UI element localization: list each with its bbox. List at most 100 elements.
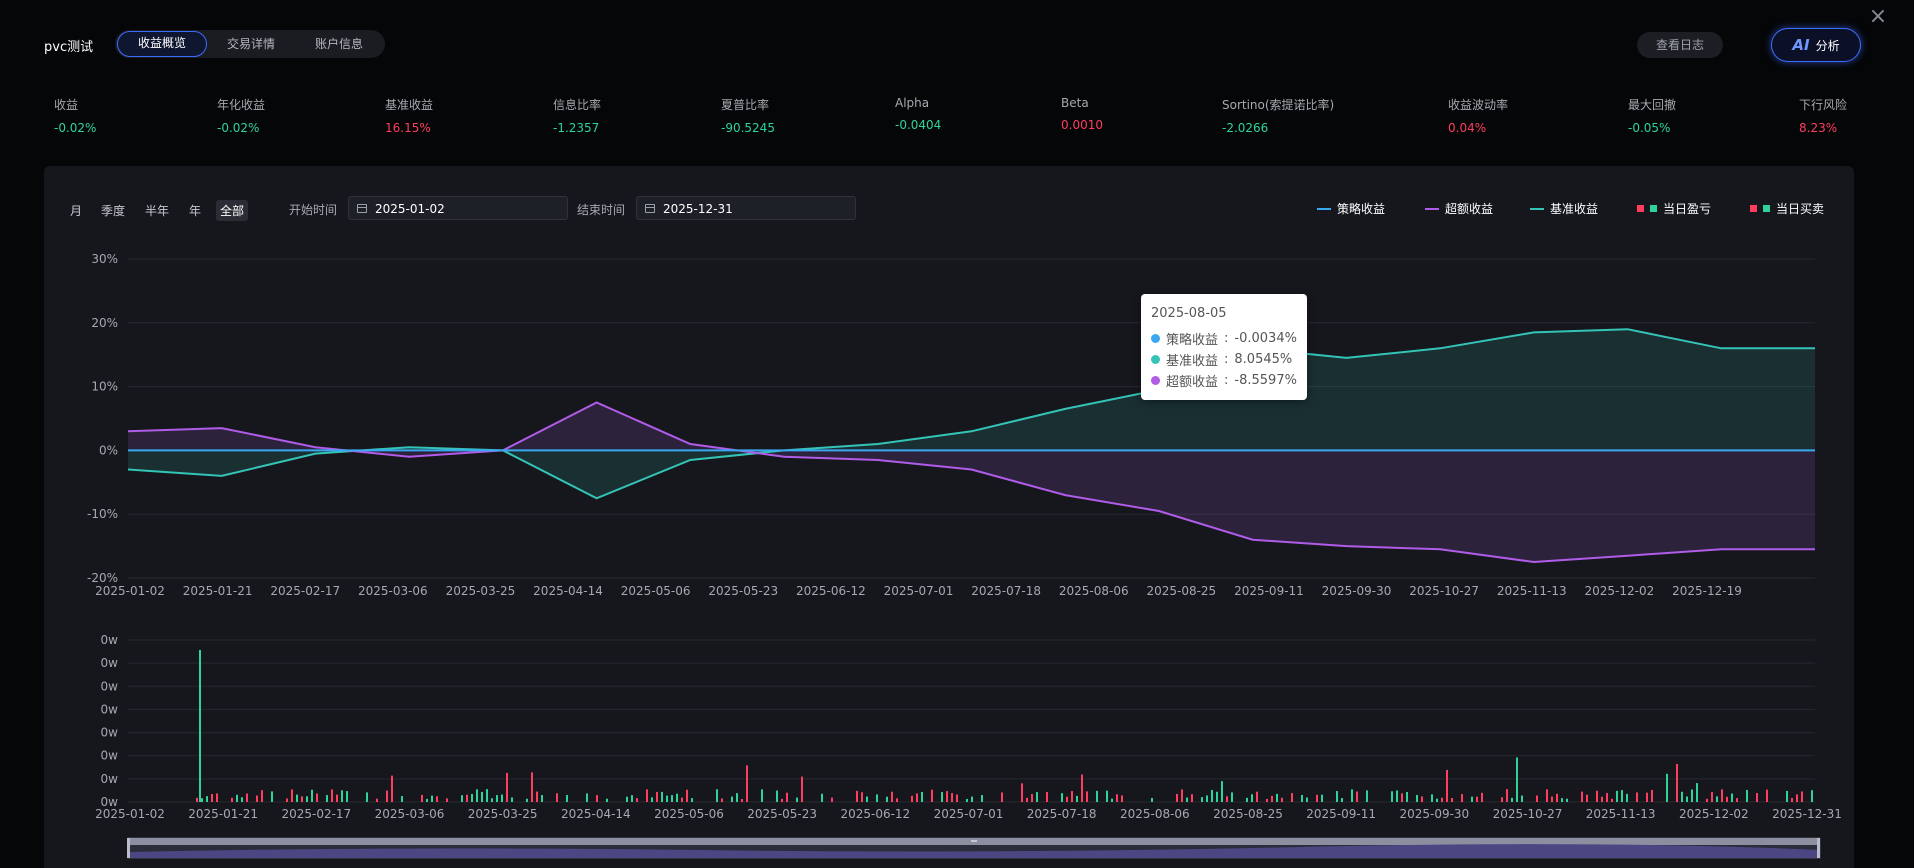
pnl-bar — [1281, 797, 1283, 802]
pnl-bar — [1756, 793, 1758, 802]
pnl-bar — [1246, 797, 1248, 802]
bar-y-tick-label: 0w — [101, 633, 119, 647]
pnl-bar — [476, 789, 478, 802]
pnl-bar — [271, 791, 273, 802]
pnl-bar — [466, 794, 468, 802]
pnl-bar — [1471, 796, 1473, 802]
tooltip-sep: : — [1224, 352, 1229, 367]
pnl-bar — [1226, 796, 1228, 802]
pnl-bar — [1501, 797, 1503, 802]
pnl-bar — [831, 797, 833, 802]
pnl-bar — [736, 793, 738, 802]
pnl-bar — [731, 796, 733, 802]
pnl-bar — [1211, 789, 1213, 802]
pnl-bar — [1111, 798, 1113, 802]
pnl-bar — [1416, 794, 1418, 802]
pnl-bar — [1121, 795, 1123, 802]
pnl-bar — [341, 790, 343, 802]
pnl-bar — [1081, 774, 1083, 802]
pnl-bar — [891, 791, 893, 802]
pnl-bar — [206, 796, 208, 802]
pnl-bar — [431, 795, 433, 802]
pnl-bar — [1636, 792, 1638, 802]
pnl-bar — [1436, 798, 1438, 802]
pnl-bar — [1106, 790, 1108, 802]
pnl-bar — [646, 789, 648, 802]
pnl-bar — [1401, 793, 1403, 802]
pnl-bar — [1651, 789, 1653, 802]
pnl-bar — [556, 793, 558, 802]
pnl-bar — [741, 798, 743, 802]
pnl-bar — [1251, 794, 1253, 802]
pnl-bar — [1666, 773, 1668, 802]
pnl-bar — [201, 798, 203, 802]
pnl-bar — [661, 791, 663, 802]
pnl-bar — [336, 794, 338, 802]
bar-y-tick-label: 0w — [101, 726, 119, 740]
pnl-bar — [746, 765, 748, 802]
pnl-bar — [1191, 794, 1193, 802]
pnl-bar — [1606, 792, 1608, 802]
y-tick-label: 20% — [91, 316, 118, 330]
pnl-bar — [1736, 798, 1738, 802]
x-tick-label: 2025-04-14 — [533, 584, 603, 598]
bar-x-tick-label: 2025-03-06 — [375, 807, 445, 821]
pnl-bar — [1001, 792, 1003, 802]
pnl-bar — [1461, 794, 1463, 802]
pnl-bar — [1786, 790, 1788, 802]
pnl-bar — [1066, 796, 1068, 802]
pnl-bar — [1036, 792, 1038, 802]
pnl-bar — [1061, 793, 1063, 802]
x-tick-label: 2025-12-02 — [1585, 584, 1655, 598]
pnl-bar — [1711, 792, 1713, 802]
pnl-bar — [856, 790, 858, 802]
pnl-bar — [1276, 793, 1278, 802]
pnl-bar — [686, 789, 688, 802]
pnl-bar — [446, 798, 448, 802]
pnl-bar — [1646, 792, 1648, 802]
pnl-bar — [681, 797, 683, 802]
pnl-bar — [1116, 794, 1118, 802]
pnl-bar — [1616, 790, 1618, 802]
bar-y-tick-label: 0w — [101, 772, 119, 786]
pnl-bar — [486, 789, 488, 802]
pnl-bar — [241, 797, 243, 802]
bar-y-tick-label: 0w — [101, 679, 119, 693]
pnl-bar — [506, 772, 508, 802]
pnl-bar — [421, 794, 423, 802]
y-tick-label: 30% — [91, 252, 118, 266]
pnl-bar — [821, 793, 823, 802]
bar-x-tick-label: 2025-08-25 — [1213, 807, 1283, 821]
pnl-bar — [931, 789, 933, 802]
pnl-bar — [946, 791, 948, 802]
bar-x-tick-label: 2025-12-02 — [1679, 807, 1749, 821]
pnl-bar — [971, 796, 973, 802]
bar-x-tick-label: 2025-05-06 — [654, 807, 724, 821]
pnl-bar — [1546, 789, 1548, 802]
pnl-bar — [1581, 791, 1583, 802]
pnl-bar — [401, 796, 403, 802]
pnl-bar — [1086, 791, 1088, 802]
pnl-bar — [921, 791, 923, 802]
x-tick-label: 2025-05-06 — [621, 584, 691, 598]
pnl-bar — [1421, 796, 1423, 802]
pnl-bar — [391, 775, 393, 802]
pnl-bar — [636, 798, 638, 802]
pnl-bar — [1321, 794, 1323, 802]
pnl-bar — [1611, 798, 1613, 802]
pnl-bar — [1601, 796, 1603, 802]
pnl-bar — [1696, 783, 1698, 802]
x-tick-label: 2025-11-13 — [1497, 584, 1567, 598]
pnl-bar — [291, 789, 293, 802]
pnl-bar — [1431, 794, 1433, 802]
pnl-bar — [896, 798, 898, 802]
pnl-bar — [721, 798, 723, 802]
pnl-bar — [1551, 796, 1553, 802]
zoom-left-handle — [127, 838, 130, 858]
pnl-bar — [541, 795, 543, 802]
pnl-bar — [1266, 798, 1268, 802]
pnl-bar — [1026, 797, 1028, 802]
pnl-bar — [306, 796, 308, 802]
x-tick-label: 2025-01-02 — [95, 584, 165, 598]
tooltip-sep: : — [1224, 373, 1229, 388]
